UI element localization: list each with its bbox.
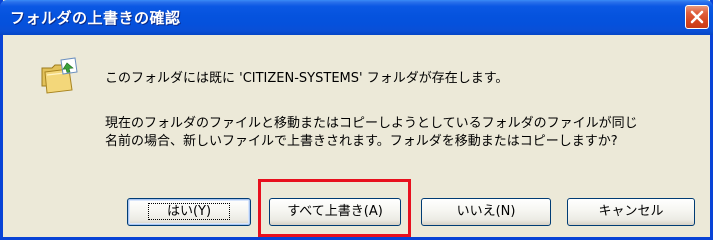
title-bar[interactable]: フォルダの上書きの確認: [0, 0, 713, 35]
message-line-1: このフォルダには既に 'CITIZEN-SYSTEMS' フォルダが存在します。: [105, 71, 509, 86]
close-icon: [690, 10, 704, 24]
confirm-folder-replace-dialog: フォルダの上書きの確認 このフォルダには既に 'CITIZEN-SYSTEMS'…: [0, 0, 713, 240]
folder-replace-icon: [39, 56, 83, 96]
no-button[interactable]: いいえ(N): [421, 198, 551, 226]
window-title: フォルダの上書きの確認: [10, 9, 181, 27]
yes-button-label: はい(Y): [147, 203, 231, 220]
message-line-3: 名前の場合、新しいファイルで上書きされます。フォルダを移動またはコピーしますか?: [105, 134, 618, 149]
yes-button[interactable]: はい(Y): [127, 198, 251, 226]
cancel-button[interactable]: キャンセル: [567, 198, 695, 226]
message-line-2: 現在のフォルダのファイルと移動またはコピーしようとしているフォルダのファイルが同…: [105, 116, 638, 131]
close-button[interactable]: [685, 5, 709, 29]
yes-to-all-button[interactable]: すべて上書き(A): [269, 198, 401, 226]
